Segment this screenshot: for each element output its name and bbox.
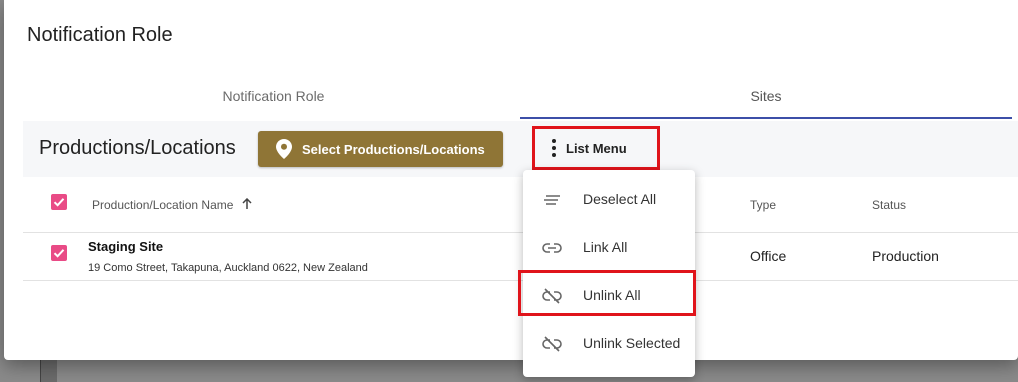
column-header-name[interactable]: Production/Location Name — [92, 197, 252, 212]
column-header-type[interactable]: Type — [750, 198, 776, 212]
list-menu-dropdown: Deselect All Link All Unlink All Unlink … — [523, 170, 695, 377]
check-icon — [53, 249, 65, 258]
dialog-title: Notification Role — [27, 24, 173, 46]
select-productions-button[interactable]: Select Productions/Locations — [258, 131, 503, 167]
menu-item-deselect-all[interactable]: Deselect All — [523, 176, 695, 224]
column-header-status[interactable]: Status — [872, 198, 906, 212]
list-menu-button[interactable]: List Menu — [532, 126, 660, 170]
site-type: Office — [750, 248, 787, 264]
menu-item-label: Link All — [583, 239, 628, 255]
more-vertical-icon — [552, 139, 556, 157]
select-productions-label: Select Productions/Locations — [302, 141, 485, 157]
link-icon — [542, 243, 562, 253]
link-off-icon — [542, 288, 562, 304]
link-off-icon — [542, 336, 562, 352]
section-title: Productions/Locations — [39, 137, 236, 159]
select-all-checkbox[interactable] — [51, 194, 67, 210]
tab-notification-role[interactable]: Notification Role — [27, 74, 520, 118]
menu-item-link-all[interactable]: Link All — [523, 224, 695, 272]
row-checkbox[interactable] — [51, 245, 67, 261]
site-status: Production — [872, 248, 939, 264]
site-name: Staging Site — [88, 239, 164, 254]
productions-toolbar: Productions/Locations Select Productions… — [23, 121, 1018, 177]
site-address: 19 Como Street, Takapuna, Auckland 0622,… — [88, 262, 368, 274]
menu-item-unlink-selected[interactable]: Unlink Selected — [523, 320, 695, 368]
table-row[interactable]: Staging Site 19 Como Street, Takapuna, A… — [23, 233, 1018, 281]
menu-item-label: Unlink Selected — [583, 335, 681, 351]
menu-item-unlink-all[interactable]: Unlink All — [523, 272, 695, 320]
table-header: Production/Location Name Type Status — [23, 180, 1018, 233]
deselect-lines-icon — [544, 195, 560, 205]
tab-sites[interactable]: Sites — [520, 74, 1012, 118]
check-icon — [53, 198, 65, 207]
menu-item-label: Unlink All — [583, 287, 641, 303]
location-pin-icon — [276, 139, 292, 159]
active-tab-indicator — [520, 117, 1012, 119]
column-header-name-label: Production/Location Name — [92, 198, 234, 212]
menu-item-label: Deselect All — [583, 191, 657, 207]
list-menu-label: List Menu — [566, 140, 627, 156]
arrow-up-icon — [242, 197, 252, 209]
tab-bar: Notification Role Sites — [27, 74, 1012, 120]
